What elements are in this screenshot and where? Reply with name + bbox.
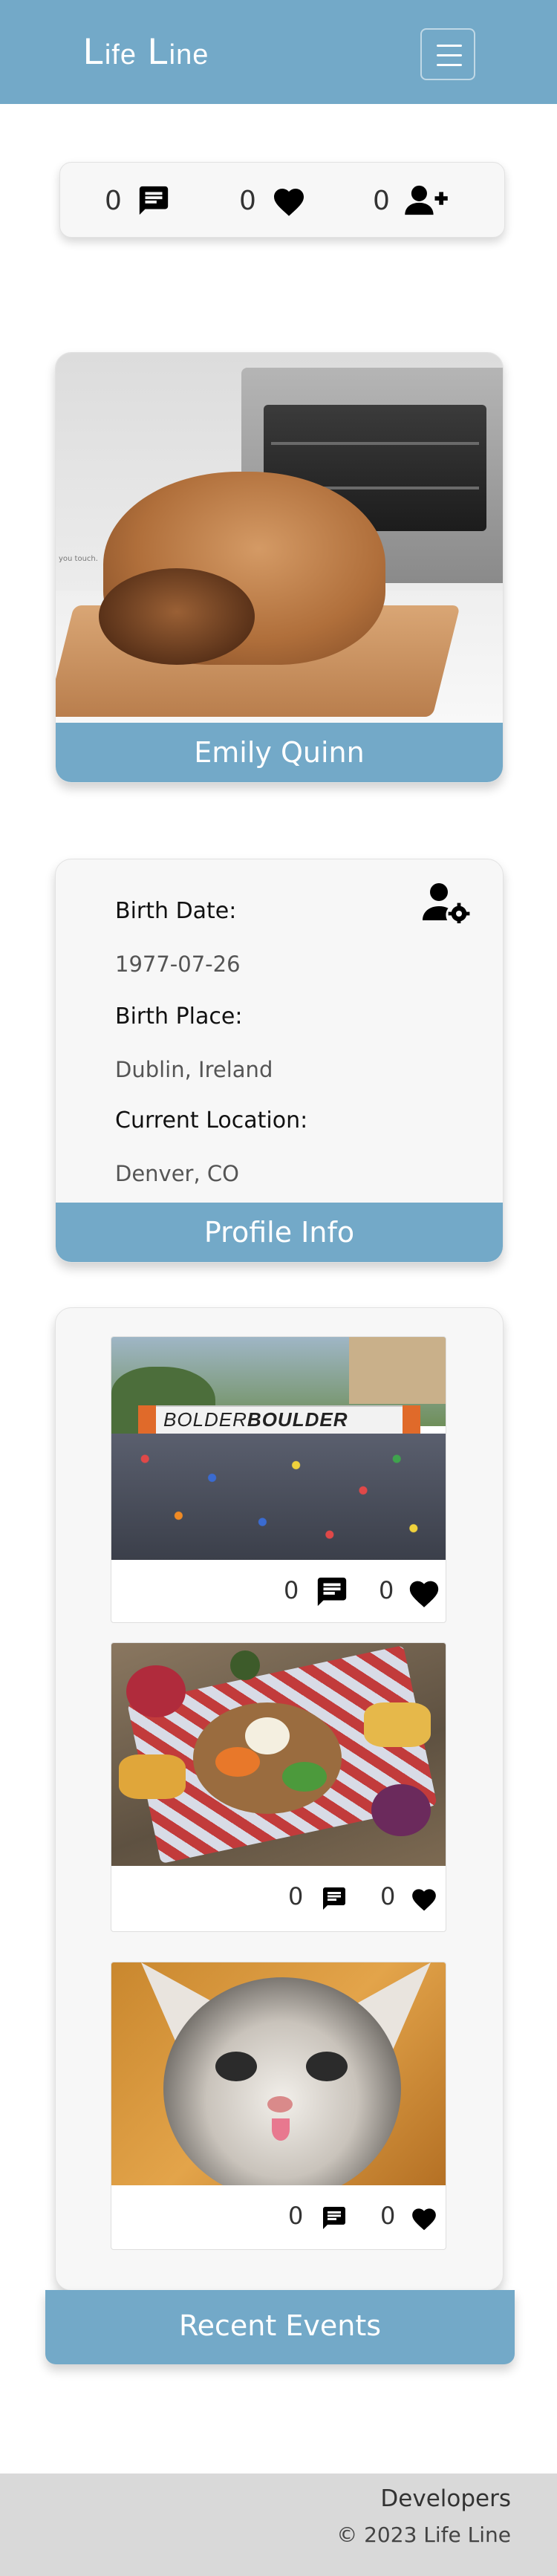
message-icon — [139, 186, 169, 215]
developers-link[interactable]: Developers — [380, 2485, 511, 2512]
kitten-photo — [111, 1962, 446, 2185]
brand-first-rest: ife — [104, 39, 137, 71]
profile-name: Emily Quinn — [56, 723, 503, 782]
copyright-text: © 2023 Life Line — [336, 2523, 511, 2547]
message-icon[interactable] — [321, 2205, 348, 2231]
profile-info-card: Birth Date: 1977-07-26 Birth Place: Dubl… — [55, 859, 504, 1263]
current-location-label: Current Location: — [115, 1108, 308, 1133]
profile-photo: you touch. — [56, 353, 503, 724]
messages-stat[interactable]: 0 — [105, 180, 171, 221]
event-meta: 0 0 — [111, 1560, 446, 1622]
event-comment-count: 0 — [288, 2202, 304, 2230]
event-meta: 0 0 — [111, 2185, 446, 2249]
heart-icon[interactable] — [407, 1576, 441, 1609]
race-start-photo: BOLDERBOULDER — [111, 1337, 446, 1560]
profile-info-title: Profile Info — [56, 1203, 503, 1262]
profile-card: you touch. Emily Quinn — [55, 352, 504, 783]
message-icon[interactable] — [315, 1575, 349, 1609]
event-card[interactable]: 0 0 — [111, 1642, 446, 1932]
birth-date-label: Birth Date: — [115, 898, 237, 924]
event-like-count: 0 — [380, 2202, 396, 2230]
likes-stat[interactable]: 0 — [239, 180, 307, 221]
event-meta: 0 0 — [111, 1866, 446, 1930]
event-comment-count: 0 — [284, 1576, 299, 1604]
stats-bar: 0 0 0 — [59, 162, 505, 238]
brand-logo[interactable]: Life Line — [83, 30, 209, 73]
heart-icon[interactable] — [410, 2205, 438, 2231]
recent-events-title: Recent Events — [45, 2290, 515, 2364]
heart-icon — [273, 189, 304, 216]
likes-count: 0 — [239, 185, 256, 216]
birth-place-value: Dublin, Ireland — [115, 1057, 273, 1082]
brand-second-initial: L — [147, 30, 169, 72]
photo-caption: you touch. — [59, 555, 98, 563]
menu-toggle-button[interactable] — [420, 28, 475, 80]
birth-place-label: Birth Place: — [115, 1004, 243, 1030]
event-comment-count: 0 — [288, 1882, 304, 1910]
race-banner-text-b: BOULDER — [247, 1408, 348, 1431]
recent-events-card: BOLDERBOULDER 0 0 0 0 0 0 Recent Events — [45, 1307, 515, 2364]
event-like-count: 0 — [380, 1882, 396, 1910]
friends-count: 0 — [373, 185, 390, 216]
navbar: Life Line — [0, 0, 557, 104]
friends-stat[interactable]: 0 — [373, 180, 448, 221]
messages-count: 0 — [105, 185, 122, 216]
event-card[interactable]: BOLDERBOULDER 0 0 — [111, 1336, 446, 1623]
brand-first-initial: L — [83, 30, 105, 72]
current-location-value: Denver, CO — [115, 1161, 239, 1186]
event-card[interactable]: 0 0 — [111, 1962, 446, 2250]
heart-icon[interactable] — [410, 1885, 438, 1912]
charcuterie-board-photo — [111, 1643, 446, 1866]
event-like-count: 0 — [379, 1576, 394, 1604]
user-gear-icon[interactable] — [423, 882, 470, 923]
race-banner-text-a: BOLDER — [163, 1408, 247, 1431]
birth-date-value: 1977-07-26 — [115, 952, 241, 977]
add-user-icon — [405, 185, 448, 215]
brand-second-rest: ine — [169, 39, 209, 71]
message-icon[interactable] — [321, 1885, 348, 1912]
page-footer: Developers © 2023 Life Line — [0, 2473, 557, 2576]
